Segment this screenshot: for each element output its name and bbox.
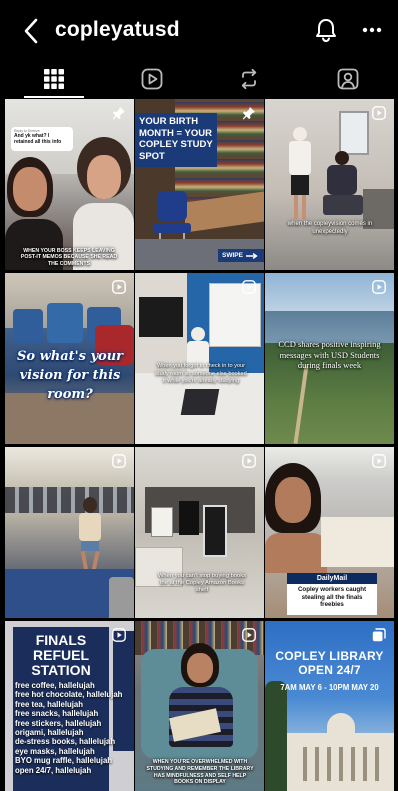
reel-icon [372, 454, 386, 468]
library-building [287, 713, 394, 791]
person-standing [289, 127, 311, 219]
palm-trees [265, 681, 287, 791]
poster-line: free stickers, hallelujah [15, 718, 102, 728]
poster-line: BYO mug raffle, hallelujah [15, 756, 113, 766]
reel-icon [372, 106, 386, 120]
post-caption: when the copleyvision comes in unexpecte… [287, 221, 373, 235]
pin-icon [242, 106, 256, 120]
pin-icon [112, 106, 126, 120]
trash-can [109, 577, 134, 618]
grid-icon [44, 69, 64, 89]
back-arrow-icon [24, 18, 38, 44]
reel-icon [242, 280, 256, 294]
reel-icon [112, 454, 126, 468]
back-button[interactable] [18, 16, 44, 46]
reel-icon [112, 628, 126, 642]
post-caption: When you can't stop buying books the at … [157, 573, 247, 594]
reply-bubble: Reply to Sneeze And yk what? I retained … [11, 127, 73, 151]
post-tile[interactable]: CCD shares positive inspiring messages w… [265, 273, 394, 444]
more-options-button[interactable] [358, 16, 386, 44]
more-dots-icon [362, 27, 382, 33]
notifications-button[interactable] [312, 16, 340, 44]
post-tile[interactable]: When you forgot to check in to your stud… [135, 273, 264, 444]
poster-line: free snacks, hallelujah [15, 709, 99, 719]
post-title: COPLEY LIBRARY OPEN 24/7 [275, 649, 384, 677]
news-headline: Copley workers caught stealing all the f… [297, 586, 367, 609]
poster-lines: free coffee, hallelujah free hot chocola… [15, 681, 125, 775]
post-headline: YOUR BIRTH MONTH = YOUR COPLEY STUDY SPO… [139, 116, 213, 162]
news-brand: DailyMail [316, 575, 348, 582]
poster-title: FINALS REFUEL STATION [31, 632, 91, 678]
reel-icon [372, 280, 386, 294]
swipe-label: SWIPE [222, 252, 243, 259]
post-tile[interactable]: FINALS REFUEL STATION free coffee, halle… [5, 621, 134, 791]
play-icon [141, 68, 163, 90]
profile-tabs [0, 60, 398, 98]
post-caption: CCD shares positive inspiring messages w… [278, 339, 381, 370]
tagged-tab[interactable] [318, 60, 378, 98]
swipe-tag: SWIPE [218, 249, 264, 262]
reply-text: And yk what? I retained all this info [14, 133, 62, 145]
tagged-person-icon [337, 68, 359, 90]
person [265, 463, 327, 573]
tv-screen [139, 297, 183, 337]
bell-icon [316, 19, 336, 43]
poster-line: free coffee, hallelujah [15, 681, 95, 690]
reel-icon [242, 628, 256, 642]
poster-line: origami, hallelujah [15, 728, 84, 738]
post-tile[interactable]: WHEN YOU'RE OVERWHELMED WITH STUDYING AN… [135, 621, 264, 791]
poster-line: open 24/7, hallelujah [15, 765, 92, 775]
post-tile[interactable]: Reply to Sneeze And yk what? I retained … [5, 99, 134, 270]
computer-row [5, 487, 134, 513]
reel-icon [242, 454, 256, 468]
news-brand-bar: DailyMail [287, 573, 377, 584]
carousel-icon [372, 628, 386, 642]
poster-line: de-stress books, hallelujah [15, 737, 116, 747]
reposts-tab[interactable] [219, 60, 279, 98]
snack-table [321, 517, 394, 567]
person-reading [161, 643, 241, 763]
post-caption: WHEN YOUR BOSS KEEPS LEAVING POST-IT MEM… [20, 248, 118, 267]
person-seated [323, 151, 363, 215]
post-tile[interactable]: YOUR BIRTH MONTH = YOUR COPLEY STUDY SPO… [135, 99, 264, 270]
poster-line: free tea, hallelujah [15, 699, 84, 709]
reels-tab[interactable] [122, 60, 182, 98]
post-tile[interactable]: When you can't stop buying books the at … [135, 447, 264, 618]
post-tile[interactable]: COPLEY LIBRARY OPEN 24/7 7AM MAY 6 - 10P… [265, 621, 394, 791]
reel-icon [112, 280, 126, 294]
repost-icon [241, 68, 257, 90]
person-walking [77, 497, 103, 578]
laptop [180, 389, 220, 415]
post-tile[interactable]: DailyMail Copley workers caught stealing… [265, 447, 394, 618]
post-caption: So what's your vision for this room? [16, 349, 123, 402]
post-tile[interactable]: So what's your vision for this room? [5, 273, 134, 444]
profile-header: copleyatusd [0, 0, 398, 60]
poster-line: free hot chocolate, hallelujah [15, 690, 123, 700]
arrow-right-icon [245, 252, 258, 259]
posts-grid: Reply to Sneeze And yk what? I retained … [5, 99, 394, 791]
window [339, 111, 369, 155]
post-dates: 7AM MAY 6 - 10PM MAY 20 [280, 683, 379, 692]
post-caption: When you forgot to check in to your stud… [155, 363, 247, 385]
headline-box: YOUR BIRTH MONTH = YOUR COPLEY STUDY SPO… [135, 113, 217, 167]
news-card: DailyMail Copley workers caught stealing… [287, 573, 377, 615]
grid-tab[interactable] [24, 60, 84, 98]
post-tile[interactable] [5, 447, 134, 618]
post-tile[interactable]: when the copleyvision comes in unexpecte… [265, 99, 394, 270]
poster-line: eye masks, hallelujah [15, 746, 95, 756]
profile-username: copleyatusd [55, 18, 180, 41]
